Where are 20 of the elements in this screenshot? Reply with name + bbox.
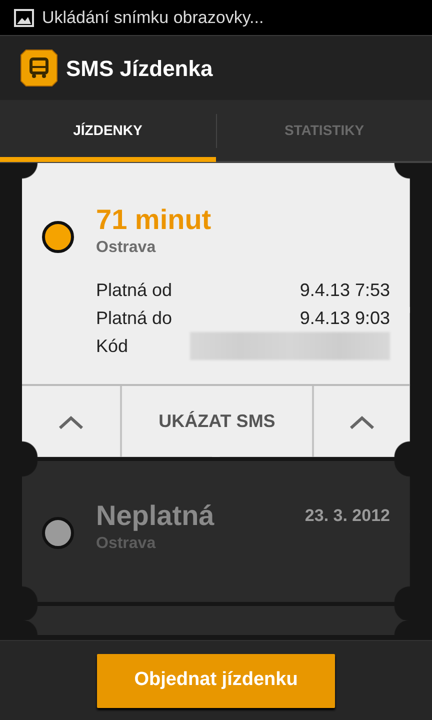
image-icon <box>14 8 34 26</box>
detail-label: Platná do <box>96 306 172 330</box>
detail-label: Platná od <box>96 278 172 302</box>
ticket-title: Neplatná <box>96 500 214 532</box>
status-dot <box>42 221 74 253</box>
ticket-date: 23. 3. 2012 <box>304 505 390 528</box>
show-sms-button[interactable]: UKÁZAT SMS <box>120 386 312 457</box>
detail-value: 9.4.13 7:53 <box>300 278 390 302</box>
bus-icon <box>20 49 58 87</box>
tab[interactable]: JÍZDENKY <box>0 99 216 162</box>
detail-value: 9.4.13 9:03 <box>300 306 390 330</box>
ticket-city: Ostrava <box>96 238 157 258</box>
ticket-card[interactable]: 71 minut Ostrava Platná od 9.4.13 7:53 Platná do 9.4.13 9:03 Kód UKÁZAT SMS <box>22 163 410 457</box>
detail-label: Kód <box>96 334 128 358</box>
status-dot <box>42 516 74 549</box>
notification-text: Ukládání snímku obrazovky... <box>42 6 264 29</box>
ticket-title: 71 minut <box>96 205 212 236</box>
chevron-up-icon <box>349 414 375 430</box>
app-title: SMS Jízdenka <box>66 54 213 82</box>
chevron-up-icon <box>58 414 84 430</box>
